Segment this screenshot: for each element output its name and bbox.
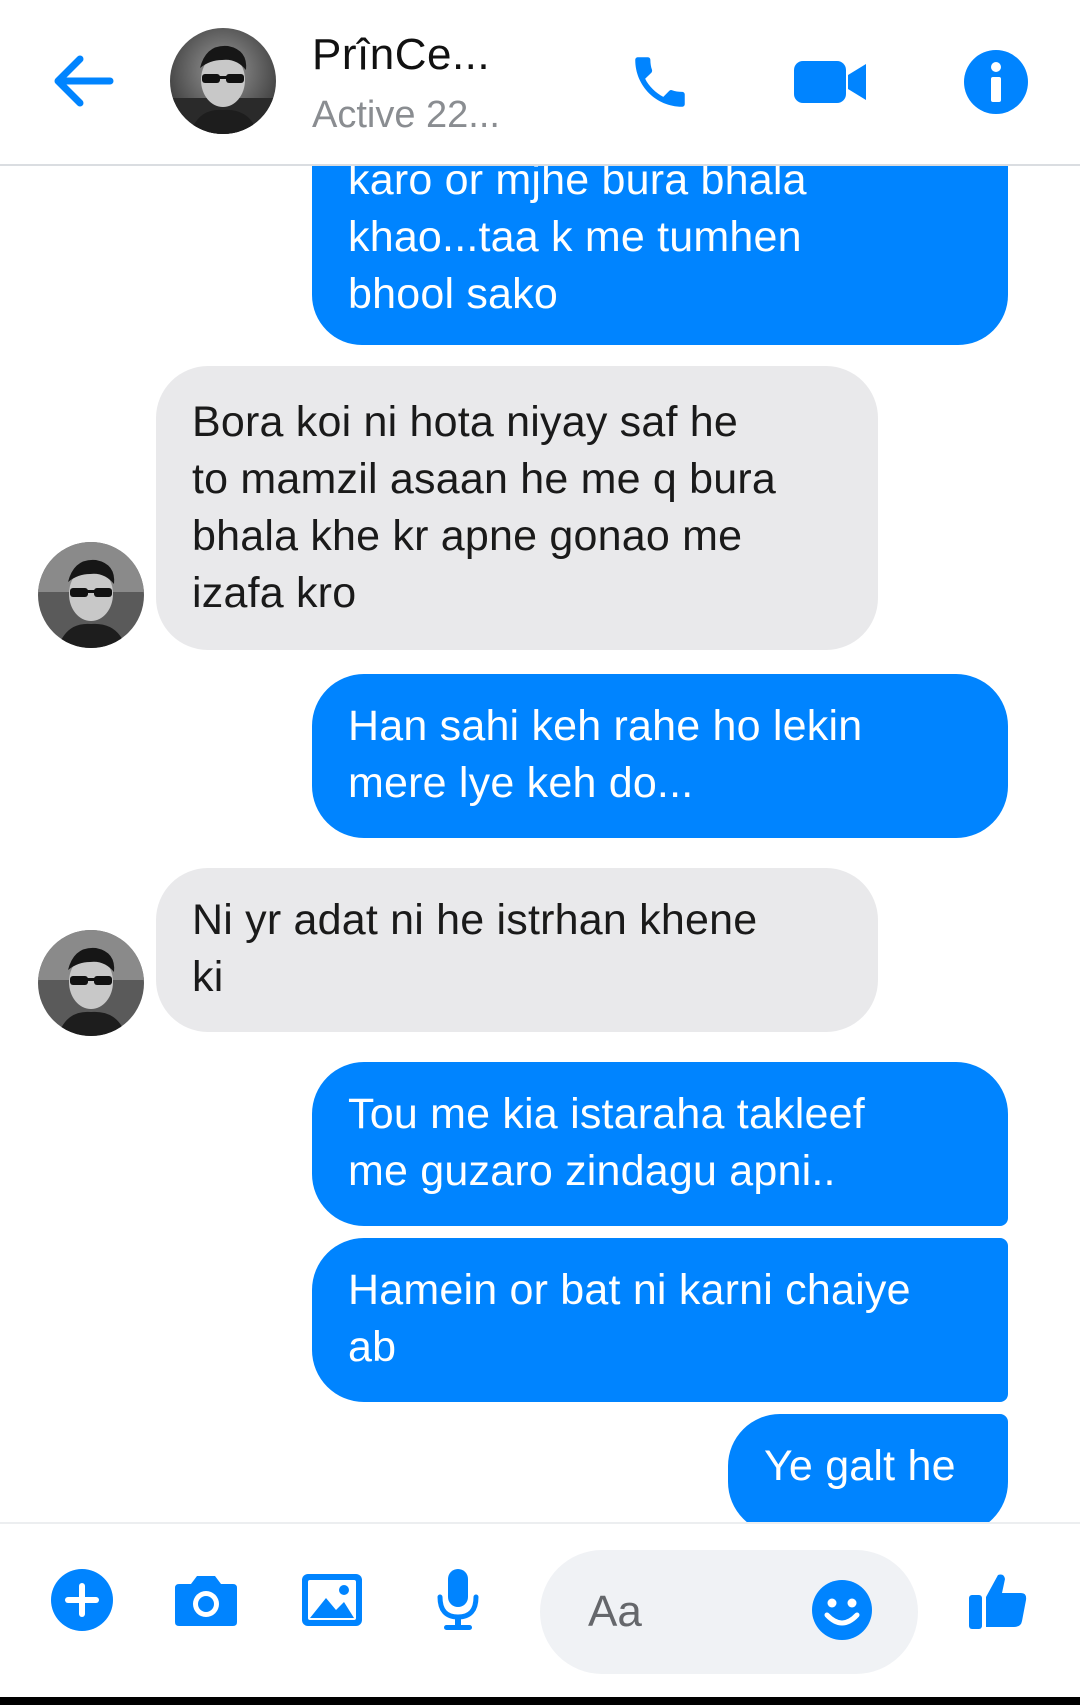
video-camera-icon [792,57,868,112]
message-line: bhool sako [348,270,558,318]
message-line: to mamzil asaan he me q bura [192,455,777,503]
message-line: me guzaro zindagu apni.. [348,1147,836,1195]
video-call-button[interactable] [790,44,870,124]
message-line: Hamein or bat ni karni chaiye [348,1266,911,1314]
message-line: bhala khe kr apne gonao me [192,512,743,560]
message-line: Ni yr adat ni he istrhan khene [192,896,758,944]
message-line: ab [348,1323,397,1371]
message-line: Tou me kia istaraha takleef [348,1090,865,1138]
incoming-message[interactable]: Bora koi ni hota niyay saf he to mamzil … [156,366,878,650]
contact-name[interactable]: PrînCe... [312,30,490,80]
outgoing-message[interactable]: Han sahi keh rahe ho lekin mere lye keh … [312,674,1008,838]
message-line: mere lye keh do... [348,759,694,807]
message-line: Han sahi keh rahe ho lekin [348,702,863,750]
message-input-field[interactable] [540,1550,918,1674]
back-arrow-icon [52,55,114,112]
message-composer [0,1522,1080,1705]
back-button[interactable] [48,48,118,118]
sender-avatar[interactable] [38,542,144,648]
more-actions-button[interactable] [40,1560,124,1644]
outgoing-message[interactable]: Tou me kia istaraha takleef me guzaro zi… [312,1062,1008,1226]
thumbs-up-icon [967,1569,1029,1636]
outgoing-message[interactable]: karo or mjhe bura bhala khao...taa k me … [312,166,1008,345]
like-button[interactable] [956,1560,1040,1644]
message-input[interactable] [586,1578,810,1646]
plus-icon [50,1568,114,1637]
message-line: ki [192,953,224,1001]
outgoing-message[interactable]: Hamein or bat ni karni chaiye ab [312,1238,1008,1402]
emoji-button[interactable] [808,1578,876,1646]
contact-avatar[interactable] [170,28,276,134]
info-icon [962,48,1030,121]
phone-icon [627,49,693,120]
active-status: Active 22... [312,94,500,136]
camera-icon [173,1572,239,1633]
system-nav-bar [0,1697,1080,1705]
voice-call-button[interactable] [620,44,700,124]
message-line: khao...taa k me tumhen [348,213,802,261]
message-thread[interactable]: karo or mjhe bura bhala khao...taa k me … [0,166,1080,1522]
message-line: izafa kro [192,569,357,617]
gallery-button[interactable] [290,1560,374,1644]
message-line: Bora koi ni hota niyay saf he [192,398,739,446]
sender-avatar[interactable] [38,930,144,1036]
emoji-icon [811,1579,873,1646]
message-line: Ye galt he [764,1442,956,1490]
voice-message-button[interactable] [416,1560,500,1644]
gallery-icon [300,1572,364,1633]
camera-button[interactable] [164,1560,248,1644]
message-line: karo or mjhe bura bhala [348,166,807,204]
outgoing-message[interactable]: Ye galt he [728,1414,1008,1522]
incoming-message[interactable]: Ni yr adat ni he istrhan khene ki [156,868,878,1032]
microphone-icon [434,1567,482,1638]
conversation-header: PrînCe... Active 22... [0,0,1080,166]
conversation-info-button[interactable] [956,44,1036,124]
